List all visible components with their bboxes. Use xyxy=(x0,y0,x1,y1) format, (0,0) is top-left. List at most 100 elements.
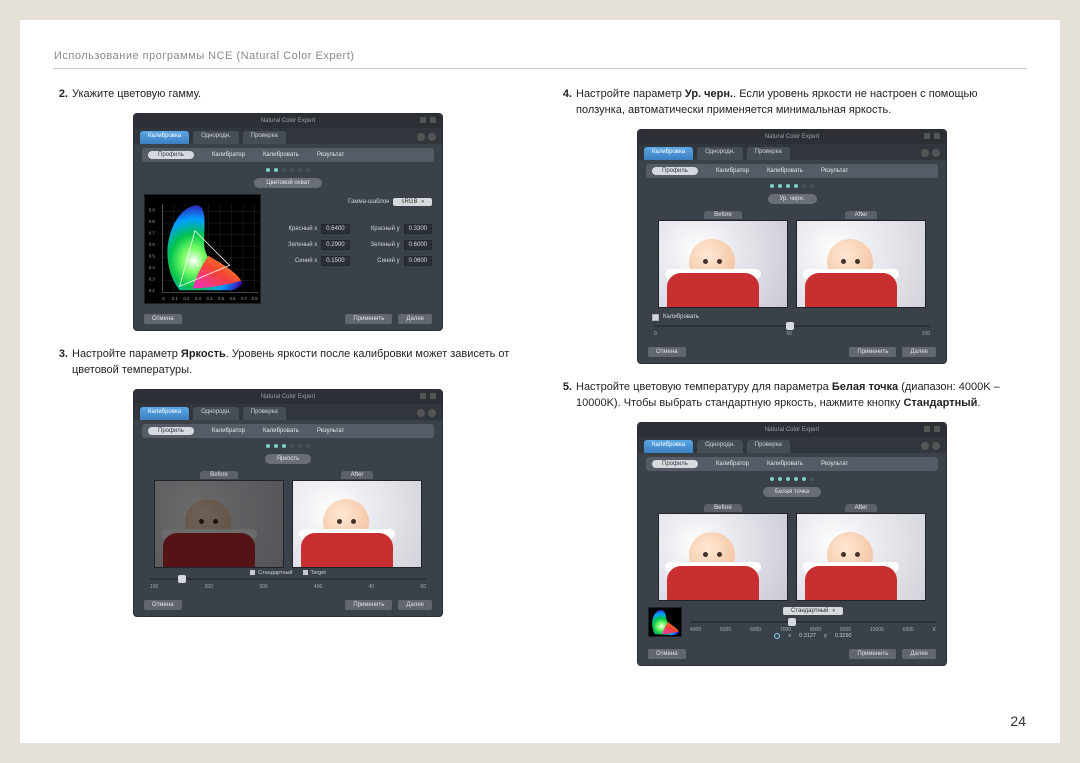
help-icon[interactable] xyxy=(417,409,425,417)
progress-leds xyxy=(638,477,946,483)
before-image: SAMSUNG xyxy=(658,513,788,601)
band-item[interactable]: Калибровать xyxy=(767,461,803,467)
tab-uniformity[interactable]: Однородн. xyxy=(697,440,743,453)
close-icon[interactable] xyxy=(934,426,940,432)
step-band: Профиль Калибратор Калибровать Результат xyxy=(142,424,434,438)
nce-window-gamut: Natural Color Expert Калибровка Однородн… xyxy=(133,113,443,331)
progress-leds xyxy=(638,184,946,190)
band-item[interactable]: Результат xyxy=(317,428,344,434)
band-item[interactable]: Калибратор xyxy=(716,168,749,174)
apply-button[interactable]: Применить xyxy=(345,600,392,610)
band-item[interactable]: Калибровать xyxy=(263,428,299,434)
val[interactable]: 0.1500 xyxy=(321,256,349,266)
tab-check[interactable]: Проверка xyxy=(243,131,286,144)
apply-button[interactable]: Применить xyxy=(345,314,392,324)
val[interactable]: 0.2900 xyxy=(321,240,349,250)
min-icon[interactable] xyxy=(420,117,426,123)
settings-icon[interactable] xyxy=(932,149,940,157)
window-controls xyxy=(420,117,436,123)
band-item[interactable]: Калибратор xyxy=(212,428,245,434)
cancel-button[interactable]: Отмена xyxy=(648,347,686,357)
band-item[interactable]: Калибровать xyxy=(767,168,803,174)
close-icon[interactable] xyxy=(430,393,436,399)
help-icon[interactable] xyxy=(921,442,929,450)
slider-track[interactable] xyxy=(654,323,930,329)
main-tabs: Калибровка Однородн. Проверка xyxy=(638,437,946,453)
band-item-result[interactable]: Результат xyxy=(317,152,344,158)
figure-1: Natural Color Expert Калибровка Однородн… xyxy=(54,113,522,331)
step-5: 5. Настройте цветовую температуру для па… xyxy=(558,380,1026,412)
band-item-calibrator[interactable]: Калибратор xyxy=(212,152,245,158)
page-number: 24 xyxy=(1010,713,1026,729)
min-icon[interactable] xyxy=(924,133,930,139)
band-pill-profile[interactable]: Профиль xyxy=(148,151,194,159)
kelvin-slider[interactable] xyxy=(690,619,936,625)
after-label: After xyxy=(341,471,374,479)
x-value[interactable]: 0.3127 xyxy=(799,633,816,639)
figure-4: Natural Color Expert Калибровка Однородн… xyxy=(558,422,1026,666)
after-panel: After SAMSUNG xyxy=(796,210,926,308)
tab-check[interactable]: Проверка xyxy=(747,440,790,453)
min-icon[interactable] xyxy=(420,393,426,399)
mark: 400 xyxy=(314,584,322,590)
val[interactable]: 0.0600 xyxy=(404,256,432,266)
before-panel: Before SAMSUNG xyxy=(154,470,284,568)
settings-icon[interactable] xyxy=(428,409,436,417)
tab-check[interactable]: Проверка xyxy=(747,147,790,160)
band-pill[interactable]: Профиль xyxy=(652,167,698,175)
val[interactable]: 0.6400 xyxy=(321,224,349,234)
slider-track[interactable] xyxy=(150,576,426,582)
slider-unit: 60 xyxy=(420,584,426,590)
t-bold: Ур. черн. xyxy=(685,88,733,100)
step-band: Профиль Калибратор Калибровать Результат xyxy=(646,164,938,178)
step-3-number: 3. xyxy=(54,347,68,379)
tab-uniformity[interactable]: Однородн. xyxy=(697,147,743,160)
tab-calibration[interactable]: Калибровка xyxy=(644,147,693,160)
tab-calibration[interactable]: Калибровка xyxy=(140,407,189,420)
min-icon[interactable] xyxy=(924,426,930,432)
band-item[interactable]: Калибратор xyxy=(716,461,749,467)
svg-text:0.6: 0.6 xyxy=(149,242,156,247)
tab-uniformity[interactable]: Однородн. xyxy=(193,131,239,144)
svg-text:0.7: 0.7 xyxy=(149,231,156,236)
apply-button[interactable]: Применить xyxy=(849,649,896,659)
apply-button[interactable]: Применить xyxy=(849,347,896,357)
tab-calibration[interactable]: Калибровка xyxy=(644,440,693,453)
band-item[interactable]: Результат xyxy=(821,168,848,174)
next-button[interactable]: Далее xyxy=(902,649,936,659)
tab-calibration[interactable]: Калибровка xyxy=(140,131,189,144)
band-pill-profile[interactable]: Профиль xyxy=(148,427,194,435)
left-column: 2. Укажите цветовую гамму. Natural Color… xyxy=(54,87,522,682)
after-panel: After SAMSUNG xyxy=(292,470,422,568)
help-icon[interactable] xyxy=(921,149,929,157)
close-icon[interactable] xyxy=(934,133,940,139)
settings-icon[interactable] xyxy=(428,133,436,141)
cancel-button[interactable]: Отмена xyxy=(648,649,686,659)
next-button[interactable]: Далее xyxy=(398,600,432,610)
band-item[interactable]: Результат xyxy=(821,461,848,467)
standard-button[interactable]: Стандартный xyxy=(783,607,843,615)
after-panel: After SAMSUNG xyxy=(796,503,926,601)
val[interactable]: 0.3300 xyxy=(404,224,432,234)
close-icon[interactable] xyxy=(430,117,436,123)
step-2: 2. Укажите цветовую гамму. xyxy=(54,87,522,103)
cancel-button[interactable]: Отмена xyxy=(144,600,182,610)
band-pill[interactable]: Профиль xyxy=(652,460,698,468)
gamut-template-select[interactable]: sRGB xyxy=(393,198,432,206)
y-value[interactable]: 0.3290 xyxy=(835,633,852,639)
val[interactable]: 0.6000 xyxy=(404,240,432,250)
titlebar: Natural Color Expert xyxy=(134,114,442,128)
section-chip: Цветовой охват xyxy=(134,178,442,188)
tab-uniformity[interactable]: Однородн. xyxy=(193,407,239,420)
tab-check[interactable]: Проверка xyxy=(243,407,286,420)
help-icon[interactable] xyxy=(417,133,425,141)
brightness-slider: Стандартный Target 100 200 300 400 xyxy=(150,570,426,590)
cancel-button[interactable]: Отмена xyxy=(144,314,182,324)
nce-window-brightness: Natural Color Expert Калибровка Однородн… xyxy=(133,389,443,617)
settings-icon[interactable] xyxy=(932,442,940,450)
svg-text:0.6: 0.6 xyxy=(230,296,237,301)
next-button[interactable]: Далее xyxy=(398,314,432,324)
calibrate-checkbox[interactable] xyxy=(652,314,659,321)
band-item-calibrate[interactable]: Калибровать xyxy=(263,152,299,158)
next-button[interactable]: Далее xyxy=(902,347,936,357)
